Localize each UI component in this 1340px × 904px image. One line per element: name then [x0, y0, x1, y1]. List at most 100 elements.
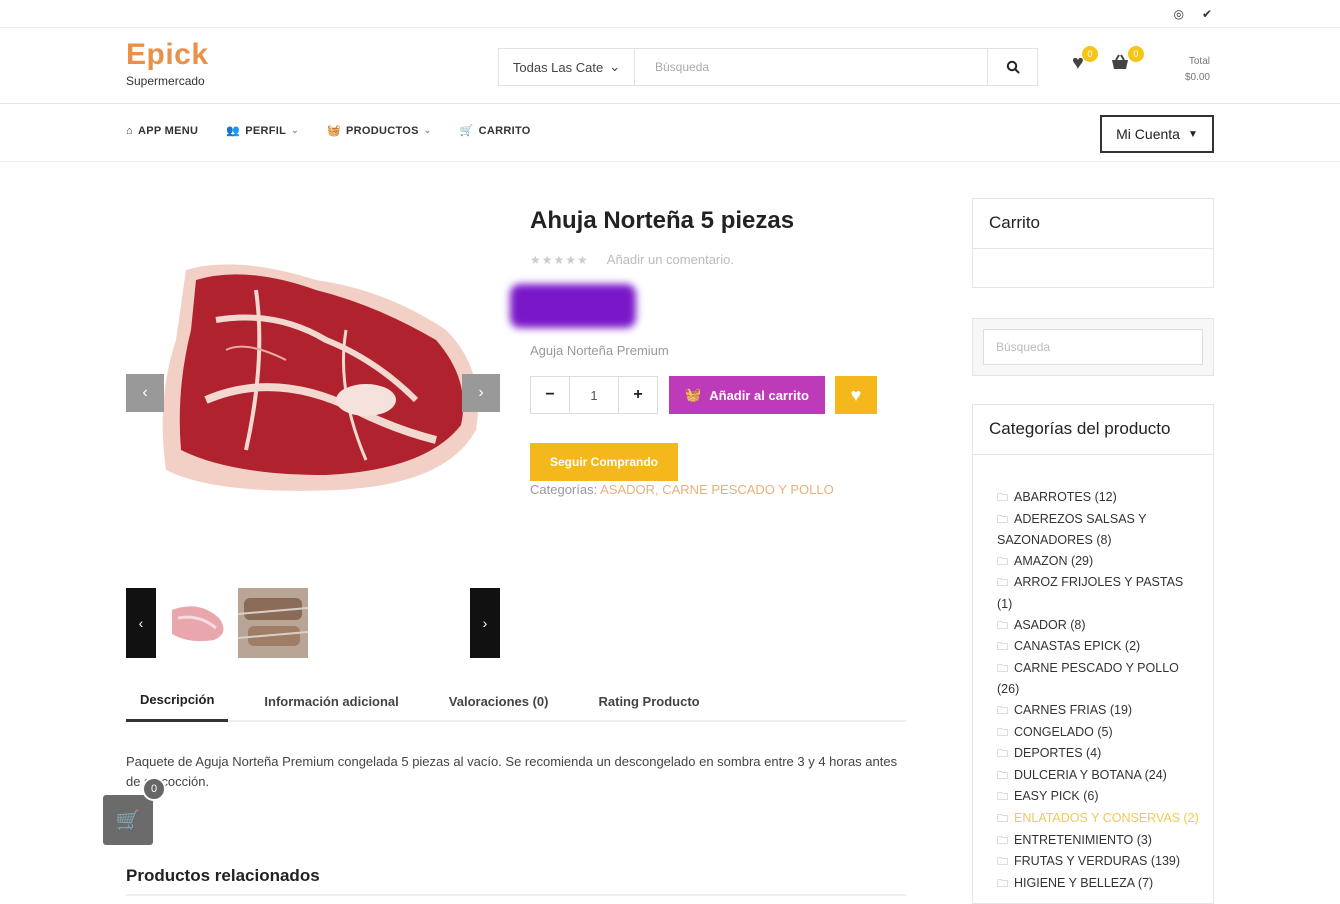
instagram-icon[interactable]: ◎ — [1173, 7, 1183, 21]
chevron-right-icon: › — [482, 615, 488, 631]
chevron-left-icon: ‹ — [138, 615, 144, 631]
category-item-label: CONGELADO (5) — [1014, 724, 1113, 739]
continue-shopping-button[interactable]: Seguir Comprando — [530, 443, 678, 481]
category-select[interactable]: Todas Las Cate ⌄ — [499, 49, 635, 85]
wishlist-button[interactable]: ♥ 0 — [1072, 46, 1098, 75]
categories-links[interactable]: ASADOR, CARNE PESCADO Y POLLO — [600, 482, 834, 497]
search-input[interactable]: Búsqueda — [635, 60, 987, 74]
folder-icon: 🗀 — [997, 791, 1008, 804]
category-item[interactable]: 🗀 CARNES FRIAS (19) — [997, 700, 1201, 722]
rating-stars: ★★★★★ — [530, 252, 589, 267]
account-dropdown[interactable]: Mi Cuenta ▼ — [1100, 115, 1214, 153]
cart-total-label: Total — [1188, 56, 1210, 67]
tab-informacion-adicional[interactable]: Información adicional — [250, 680, 412, 722]
categories-label: Categorías: — [530, 482, 598, 497]
category-item[interactable]: 🗀 ENLATADOS Y CONSERVAS (2) — [997, 808, 1201, 830]
brand-tagline: Supermercado — [126, 74, 205, 88]
gallery-next-button[interactable]: › — [462, 374, 500, 412]
folder-icon: 🗀 — [997, 662, 1008, 675]
add-to-wishlist-button[interactable]: ♥ — [835, 376, 877, 414]
tab-valoraciones[interactable]: Valoraciones (0) — [435, 680, 563, 722]
category-item[interactable]: 🗀 ADEREZOS SALSAS Y SAZONADORES (8) — [997, 509, 1201, 551]
add-comment-link[interactable]: Añadir un comentario. — [607, 252, 734, 267]
category-item[interactable]: 🗀 ENTRETENIMIENTO (3) — [997, 830, 1201, 852]
product-description: Paquete de Aguja Norteña Premium congela… — [126, 754, 898, 789]
sidebar-search-input[interactable]: Búsqueda — [983, 329, 1203, 365]
cart-button[interactable]: 0 — [1110, 46, 1144, 78]
add-to-cart-button[interactable]: 🧺 Añadir al carrito — [669, 376, 825, 414]
chevron-down-icon: ⌄ — [423, 125, 432, 135]
social-links: ◎ ✔ — [1173, 7, 1212, 21]
gallery-prev-button[interactable]: ‹ — [126, 374, 164, 412]
thumbnail-grill[interactable] — [238, 588, 308, 658]
product-image[interactable] — [156, 250, 486, 510]
category-item[interactable]: 🗀 CARNE PESCADO Y POLLO (26) — [997, 658, 1201, 700]
category-item[interactable]: 🗀 EASY PICK (6) — [997, 786, 1201, 808]
category-item-label: DULCERIA Y BOTANA (24) — [1014, 767, 1167, 782]
nav-item-productos[interactable]: 🧺 PRODUCTOS ⌄ — [326, 124, 432, 138]
category-item[interactable]: 🗀 AMAZON (29) — [997, 551, 1201, 573]
tab-descripcion[interactable]: Descripción — [126, 680, 229, 722]
wishlist-count-badge: 0 — [1081, 46, 1098, 62]
product-gallery: ‹ › — [126, 200, 500, 580]
main-nav: ⌂ APP MENU 👥 PERFIL ⌄ 🧺 PRODUCTOS ⌄ 🛒 CARRITO … — [0, 104, 1340, 162]
category-item[interactable]: 🗀 ASADOR (8) — [997, 615, 1201, 637]
thumbs-next-button[interactable]: › — [470, 588, 500, 658]
thumbnail-strip: ‹ › — [126, 588, 500, 658]
category-item[interactable]: 🗀 ARROZ FRIJOLES Y PASTAS (1) — [997, 572, 1201, 614]
category-item[interactable]: 🗀 ABARROTES (12) — [997, 487, 1201, 509]
folder-icon: 🗀 — [997, 726, 1008, 739]
quantity-increase-button[interactable]: + — [619, 377, 657, 413]
folder-icon: 🗀 — [997, 641, 1008, 654]
category-item[interactable]: 🗀 FRUTAS Y VERDURAS (139) — [997, 851, 1201, 873]
category-item[interactable]: 🗀 CONGELADO (5) — [997, 722, 1201, 744]
quantity-input[interactable]: 1 — [569, 377, 619, 413]
nav-item-carrito[interactable]: 🛒 CARRITO — [460, 124, 531, 138]
caret-down-icon: ▼ — [1187, 128, 1198, 140]
tab-rating-producto[interactable]: Rating Producto — [585, 680, 714, 722]
cart-widget: Carrito — [972, 198, 1214, 288]
category-list: 🗀 ABARROTES (12) 🗀 ADEREZOS SALSAS Y SAZONA… — [973, 455, 1213, 894]
chevron-down-icon: ⌄ — [609, 59, 621, 74]
category-item-label: HIGIENE Y BELLEZA (7) — [1014, 875, 1154, 890]
thumbnail-meat[interactable] — [164, 588, 234, 658]
categories-widget-title: Categorías del producto — [973, 405, 1213, 455]
category-item[interactable]: 🗀 HIGIENE Y BELLEZA (7) — [997, 873, 1201, 895]
cart-total-value: $0.00 — [1184, 72, 1210, 83]
nav-item-app-menu[interactable]: ⌂ APP MENU — [126, 124, 198, 137]
nav-item-perfil[interactable]: 👥 PERFIL ⌄ — [226, 124, 299, 138]
category-item-label: ENLATADOS Y CONSERVAS (2) — [1014, 810, 1199, 825]
category-item[interactable]: 🗀 CANASTAS EPICK (2) — [997, 636, 1201, 658]
basket-icon — [1111, 54, 1128, 69]
category-item-label: FRUTAS Y VERDURAS (139) — [1014, 854, 1181, 869]
thumbs-prev-button[interactable]: ‹ — [126, 588, 156, 658]
category-item-label: ABARROTES (12) — [1014, 490, 1117, 504]
basket-icon: 🧺 — [326, 125, 341, 137]
floating-cart-button[interactable]: 🛒 — [103, 795, 153, 845]
category-item[interactable]: 🗀 DULCERIA Y BOTANA (24) — [997, 765, 1201, 787]
folder-icon: 🗀 — [997, 769, 1008, 782]
category-item-label: CARNE PESCADO Y POLLO (26) — [997, 660, 1179, 697]
folder-icon: 🗀 — [997, 856, 1008, 869]
category-item-label: AMAZON (29) — [1014, 553, 1094, 568]
category-item[interactable]: 🗀 DEPORTES (4) — [997, 743, 1201, 765]
product-title: Ahuja Norteña 5 piezas — [530, 207, 795, 234]
search-widget: Búsqueda — [972, 318, 1214, 376]
quantity-decrease-button[interactable]: − — [531, 377, 569, 413]
search-button[interactable] — [987, 49, 1037, 85]
brand-name[interactable]: Epick — [126, 38, 209, 72]
quantity-stepper: − 1 + — [530, 376, 658, 414]
minus-icon: − — [545, 386, 555, 403]
twitter-icon[interactable]: ✔ — [1202, 7, 1212, 21]
product-rating: ★★★★★ Añadir un comentario. — [530, 252, 734, 267]
users-icon: 👥 — [226, 125, 241, 137]
plus-icon: + — [633, 386, 643, 403]
folder-icon: 🗀 — [997, 748, 1008, 761]
chevron-left-icon: ‹ — [142, 384, 148, 401]
cart-total[interactable]: Total $0.00 — [1170, 54, 1210, 86]
home-icon: ⌂ — [126, 124, 133, 137]
basket-icon: 🧺 — [685, 387, 702, 402]
logo[interactable]: Epick Supermercado — [126, 38, 209, 88]
nav-item-label: CARRITO — [478, 124, 531, 137]
related-products-title: Productos relacionados — [126, 866, 906, 896]
